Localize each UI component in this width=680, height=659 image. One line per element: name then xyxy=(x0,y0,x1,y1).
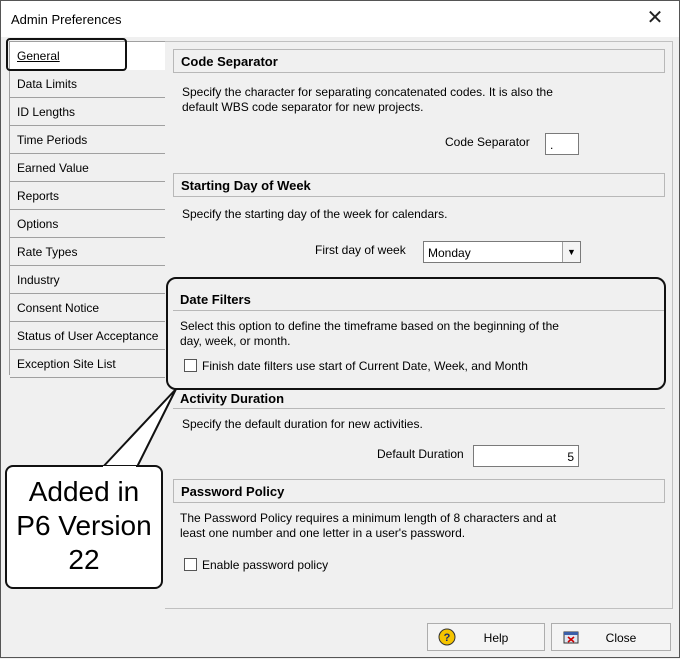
admin-preferences-window: Admin Preferences ✕ General Data Limits … xyxy=(0,0,680,658)
callout-line: 22 xyxy=(68,544,100,575)
close-button-label: Close xyxy=(605,631,637,645)
callout-joint xyxy=(103,466,136,472)
version-callout: Added in P6 Version 22 xyxy=(5,465,163,589)
close-button[interactable]: Close xyxy=(551,623,671,651)
help-button-label: Help xyxy=(483,631,509,645)
callout-line: P6 Version xyxy=(16,510,152,541)
callout-line: Added in xyxy=(28,476,140,507)
callout-pointer-shape xyxy=(98,388,177,470)
callout-joint-cover xyxy=(103,466,136,472)
help-button[interactable]: ? Help xyxy=(427,623,545,651)
